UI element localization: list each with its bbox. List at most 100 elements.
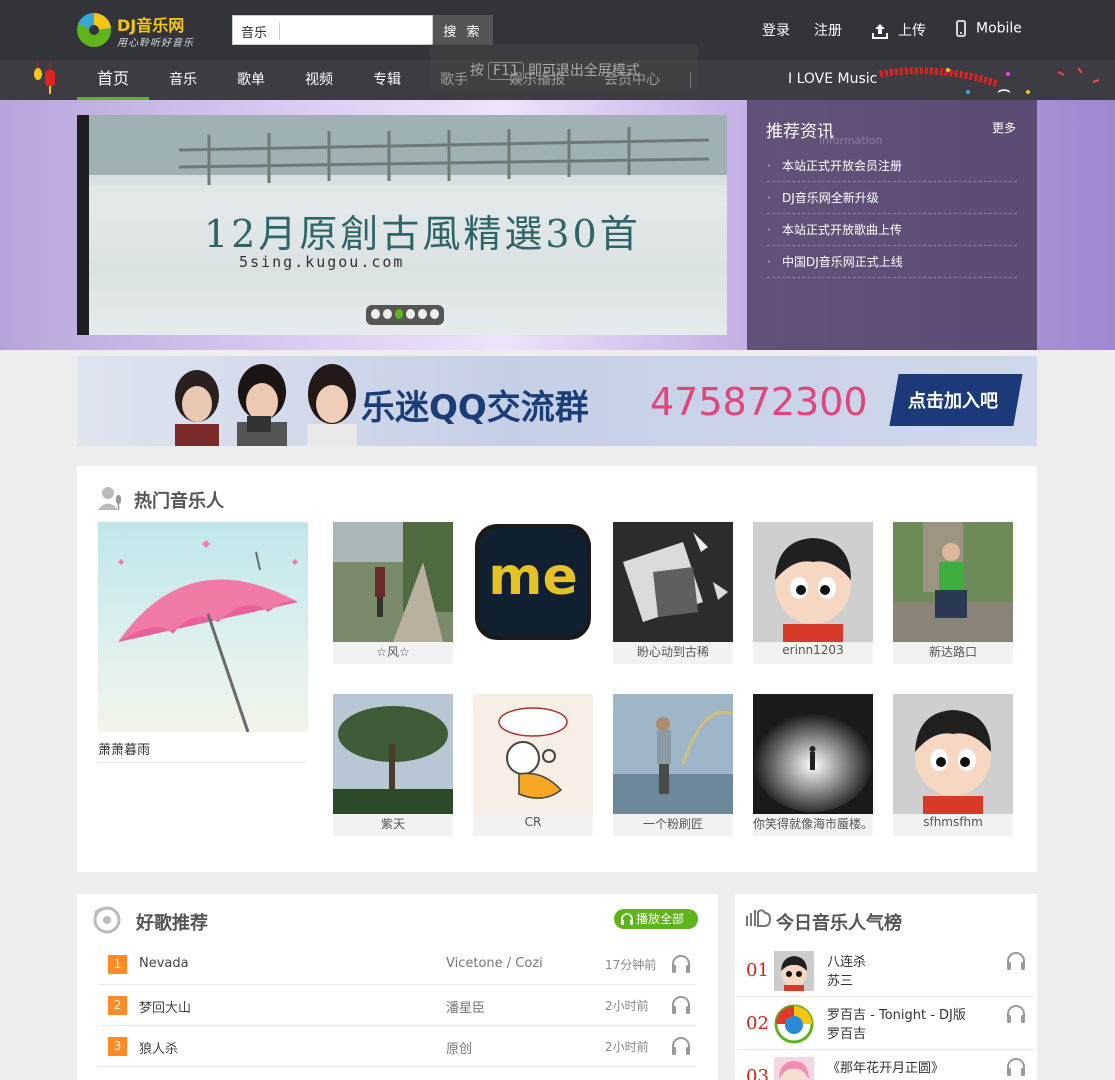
musician-card[interactable]: 紫天 — [333, 694, 453, 836]
nav-playlists[interactable]: 歌单 — [228, 60, 274, 100]
song-artist[interactable]: 潘星臣 — [446, 997, 485, 1016]
search-scope[interactable]: 音乐 — [241, 22, 267, 41]
musician-name: 盼心动到古稀 — [636, 645, 709, 659]
qq-banner-title: 乐迷QQ交流群 — [361, 388, 589, 428]
anime-girl-avatar — [774, 1057, 814, 1080]
upload-link[interactable]: 上传 — [872, 20, 926, 40]
nav-videos[interactable]: 视频 — [296, 60, 342, 100]
firecracker-decoration-icon — [879, 67, 1100, 94]
musician-card[interactable]: 新达路口 — [893, 522, 1013, 664]
featured-musician[interactable]: 萧萧暮雨 — [98, 522, 308, 763]
news-more-link[interactable]: 更多 — [992, 119, 1016, 136]
featured-divider — [98, 762, 306, 763]
site-logo[interactable]: DJ音乐网 用心聆听好音乐 — [76, 10, 206, 50]
chart-rank: 03 — [746, 1066, 769, 1080]
slider-dot[interactable] — [406, 309, 416, 319]
popularity-chart-title: 今日音乐人气榜 — [776, 913, 902, 934]
play-headphones-icon[interactable] — [1005, 950, 1027, 972]
soundcloud-icon — [746, 909, 771, 927]
news-item[interactable]: 中国DJ音乐网正式上线 — [767, 246, 1017, 278]
musician-card[interactable]: erinn1203 — [753, 522, 873, 664]
mobile-link[interactable]: Mobile — [956, 20, 1022, 37]
song-row[interactable]: 2 梦回大山 潘星臣 2小时前 — [98, 985, 696, 1026]
musician-card[interactable]: CR — [473, 694, 593, 836]
chart-row[interactable]: 02 罗百吉 - Tonight - DJ版 罗百吉 — [737, 997, 1035, 1050]
slider-dot[interactable] — [371, 309, 380, 319]
slider-dot[interactable] — [430, 309, 439, 319]
play-headphones-icon[interactable] — [1005, 1056, 1027, 1078]
musician-name: sfhmsfhm — [923, 815, 983, 829]
play-headphones-icon[interactable] — [670, 1035, 692, 1057]
song-title[interactable]: 梦回大山 — [139, 997, 191, 1016]
search-input[interactable] — [285, 20, 425, 40]
musician-name: CR — [524, 815, 542, 829]
logo-disc-icon — [77, 12, 111, 47]
headphones-icon — [621, 913, 633, 925]
hero-title: 12月原創古風精選30首 — [204, 212, 641, 256]
upload-label: 上传 — [898, 23, 926, 39]
chart-song[interactable]: 罗百吉 - Tonight - DJ版 — [827, 1004, 966, 1023]
mobile-phone-icon — [956, 20, 966, 37]
hint-prefix: 按 — [470, 63, 484, 79]
hero-slide[interactable]: 12月原創古風精選30首 5sing.kugou.com — [89, 115, 727, 335]
chart-song[interactable]: 八连杀 — [827, 951, 866, 970]
pink-umbrella-illustration — [118, 540, 298, 732]
chart-rank: 02 — [746, 1013, 769, 1034]
song-artist[interactable]: Vicetone / Cozi — [446, 956, 543, 971]
play-headphones-icon[interactable] — [670, 994, 692, 1016]
featured-musician-name: 萧萧暮雨 — [98, 743, 151, 758]
nav-music[interactable]: 音乐 — [160, 60, 206, 100]
song-title[interactable]: 狼人杀 — [139, 1038, 178, 1057]
search-button[interactable]: 搜 索 — [433, 15, 493, 45]
nav-home[interactable]: 首页 — [77, 60, 149, 100]
brand-name: DJ音乐网 — [117, 16, 185, 35]
news-item[interactable]: DJ音乐网全新升级 — [767, 182, 1017, 214]
song-row[interactable]: 1 Nevada Vicetone / Cozi 17分钟前 — [98, 944, 696, 985]
news-item[interactable]: 本站正式开放歌曲上传 — [767, 214, 1017, 246]
qq-group-banner[interactable]: 乐迷QQ交流群 475872300 点击加入吧 — [77, 356, 1037, 446]
register-link[interactable]: 注册 — [814, 20, 842, 40]
musician-card[interactable]: me — [473, 522, 593, 664]
lantern-decoration-icon — [34, 62, 55, 94]
play-all-label: 播放全部 — [636, 912, 685, 926]
cartoon-boy-avatar — [893, 694, 1013, 814]
search-bar: 音乐 搜 索 — [232, 15, 493, 45]
slider-dot[interactable] — [418, 309, 428, 319]
chart-singer[interactable]: 苏三 — [827, 970, 853, 989]
song-rank: 3 — [108, 1037, 127, 1056]
song-rank: 2 — [108, 996, 127, 1015]
recommended-songs-title: 好歌推荐 — [136, 913, 208, 934]
join-group-button[interactable]: 点击加入吧 — [889, 374, 1023, 426]
chart-song[interactable]: 《那年花开月正圆》 — [827, 1057, 944, 1076]
qq-group-number: 475872300 — [650, 380, 868, 424]
slider-dots — [366, 305, 444, 325]
musician-photo — [613, 694, 733, 814]
musician-name: ☆风☆ — [376, 645, 410, 659]
song-artist[interactable]: 原创 — [446, 1038, 472, 1057]
chart-row[interactable]: 03 《那年花开月正圆》 — [737, 1050, 1035, 1080]
hot-musicians-title: 热门音乐人 — [134, 491, 224, 512]
musician-card[interactable]: 你笑得就像海市蜃楼。 — [753, 694, 873, 836]
song-rank: 1 — [108, 955, 127, 974]
chart-singer[interactable]: 罗百吉 — [827, 1023, 866, 1042]
slider-dot-active[interactable] — [394, 309, 404, 319]
nav-albums[interactable]: 专辑 — [364, 60, 410, 100]
song-title[interactable]: Nevada — [139, 956, 189, 971]
musician-card[interactable]: ☆风☆ — [333, 522, 453, 664]
news-item[interactable]: 本站正式开放会员注册 — [767, 150, 1017, 182]
song-time: 17分钟前 — [605, 958, 657, 972]
musician-card[interactable]: 盼心动到古稀 — [613, 522, 733, 664]
play-all-button[interactable]: 播放全部 — [614, 909, 698, 929]
musician-card[interactable]: 一个粉刷匠 — [613, 694, 733, 836]
play-headphones-icon[interactable] — [670, 953, 692, 975]
cartoon-boy-avatar — [753, 522, 873, 642]
song-row[interactable]: 3 狼人杀 原创 2小时前 — [98, 1026, 696, 1067]
join-group-label: 点击加入吧 — [908, 391, 998, 412]
login-link[interactable]: 登录 — [762, 20, 790, 40]
slider-dot[interactable] — [382, 309, 392, 319]
chart-row[interactable]: 01 八连杀 苏三 — [737, 944, 1035, 997]
musician-card[interactable]: sfhmsfhm — [893, 694, 1013, 836]
chart-rank: 01 — [746, 960, 769, 981]
hint-suffix: 即可退出全屏模式 — [527, 63, 640, 79]
play-headphones-icon[interactable] — [1005, 1003, 1027, 1025]
